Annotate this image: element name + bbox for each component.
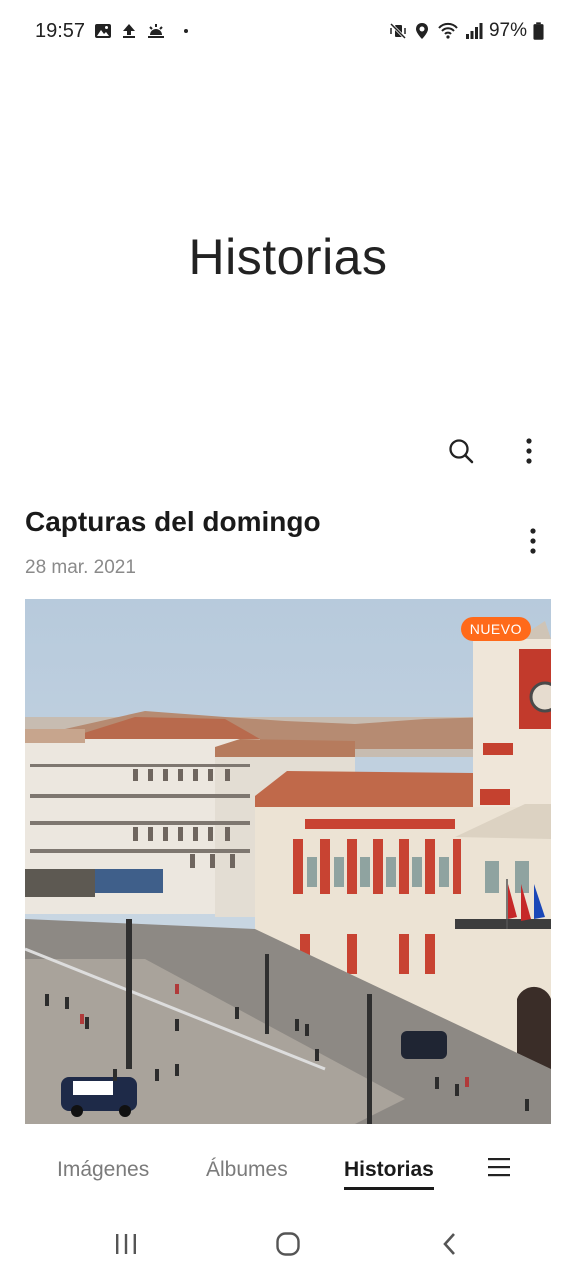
plaza-photo (25, 599, 551, 1124)
mute-vibrate-icon (389, 22, 407, 40)
header-actions (440, 430, 550, 472)
gallery-icon (95, 24, 111, 38)
wifi-icon (438, 22, 458, 39)
back-icon (443, 1233, 455, 1255)
more-options-icon (526, 438, 532, 464)
tab-imagenes[interactable]: Imágenes (57, 1158, 149, 1182)
sunrise-icon (148, 24, 164, 38)
story-more-options-button[interactable] (512, 520, 554, 562)
search-button[interactable] (440, 430, 482, 472)
battery-icon (533, 21, 544, 40)
more-options-icon (530, 528, 536, 554)
tab-historias[interactable]: Historias (344, 1158, 434, 1190)
page-title: Historias (188, 229, 388, 285)
bottom-tab-bar: Imágenes Álbumes Historias (0, 1150, 576, 1200)
new-badge: NUEVO (460, 617, 531, 641)
search-icon (449, 439, 474, 464)
dot-icon (184, 29, 188, 33)
hamburger-menu-button[interactable] (486, 1154, 516, 1184)
recent-apps-icon (116, 1234, 136, 1254)
upload-icon (123, 24, 135, 38)
story-cover-image[interactable]: NUEVO (25, 599, 551, 1124)
story-date: 28 mar. 2021 (25, 557, 136, 578)
system-navigation-bar (0, 1208, 576, 1280)
home-button[interactable] (268, 1226, 308, 1262)
home-icon (276, 1232, 300, 1256)
more-options-button[interactable] (508, 430, 550, 472)
status-bar: 19:57 97% (0, 0, 576, 64)
back-button[interactable] (430, 1226, 470, 1262)
signal-icon (465, 23, 483, 39)
battery-percentage: 97% (488, 20, 527, 41)
status-time: 19:57 (35, 20, 86, 42)
story-title[interactable]: Capturas del domingo (25, 506, 321, 538)
tab-albumes[interactable]: Álbumes (206, 1158, 288, 1182)
location-icon (415, 23, 428, 39)
recent-apps-button[interactable] (106, 1226, 146, 1262)
hamburger-menu-icon (488, 1158, 510, 1177)
